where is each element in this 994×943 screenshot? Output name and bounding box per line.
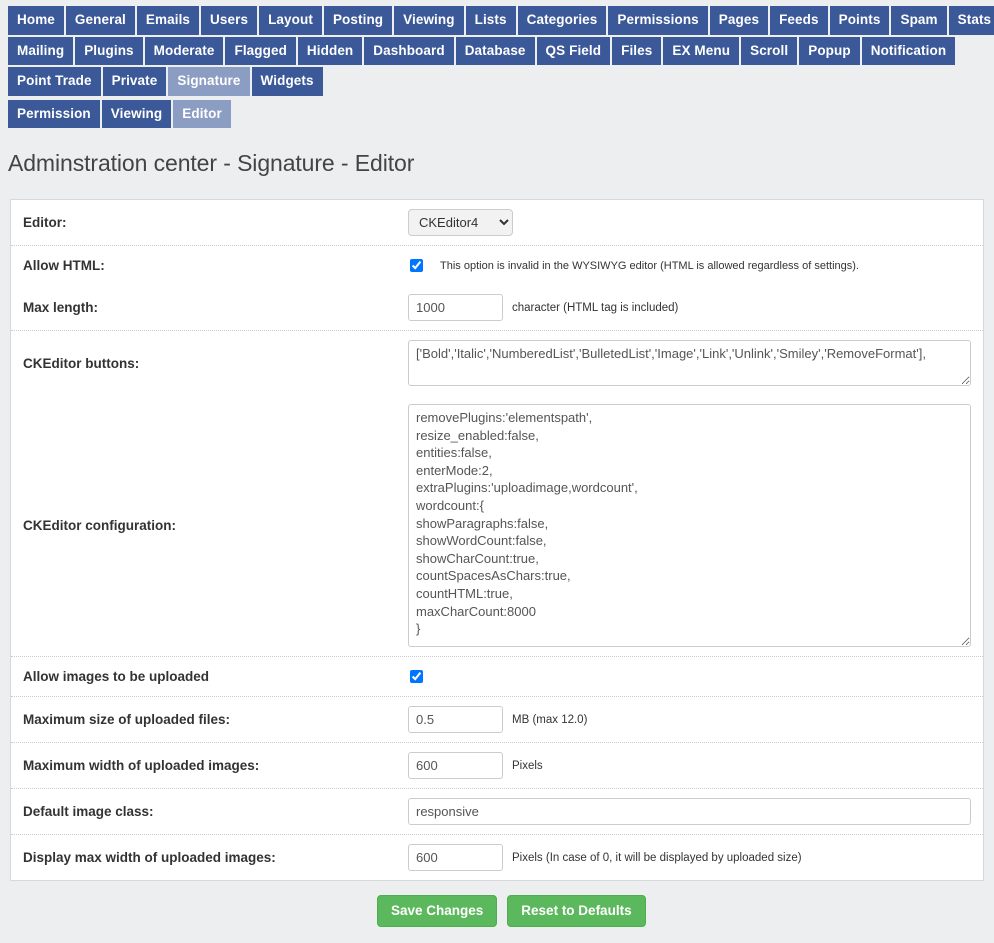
nav-tab-point-trade[interactable]: Point Trade [8,67,101,96]
row-editor: Editor: CKEditor4 [11,200,983,245]
max-file-size-input[interactable] [408,706,503,733]
editor-select[interactable]: CKEditor4 [408,209,513,236]
max-file-size-hint: MB (max 12.0) [512,713,588,726]
subtab-permission[interactable]: Permission [8,99,100,128]
nav-tab-widgets[interactable]: Widgets [251,67,323,96]
nav-row-4-subtabs: Permission Viewing Editor [8,99,986,128]
nav-tab-lists[interactable]: Lists [465,6,516,35]
nav-tab-private[interactable]: Private [102,67,167,96]
nav-tab-viewing[interactable]: Viewing [394,6,464,35]
row-allow-html: Allow HTML: This option is invalid in th… [11,245,983,285]
form-actions: Save Changes Reset to Defaults [0,881,994,943]
allow-html-checkbox[interactable] [410,259,423,272]
nav-tab-hidden[interactable]: Hidden [297,36,363,65]
nav-tab-emails[interactable]: Emails [136,6,200,35]
nav-tab-scroll[interactable]: Scroll [741,36,798,65]
nav-row-1: Home General Emails Users Layout Posting… [8,6,994,35]
row-allow-image-upload: Allow images to be uploaded [11,656,983,696]
nav-tab-dashboard[interactable]: Dashboard [364,36,454,65]
label-max-file-size: Maximum size of uploaded files: [23,712,231,727]
display-max-width-hint: Pixels (In case of 0, it will be display… [512,851,802,864]
ckeditor-configuration-textarea[interactable]: removePlugins:'elementspath', resize_ena… [408,404,971,647]
nav-tab-moderate[interactable]: Moderate [144,36,224,65]
label-default-image-class: Default image class: [23,804,154,819]
nav-tab-categories[interactable]: Categories [517,6,607,35]
nav-tab-flagged[interactable]: Flagged [225,36,296,65]
label-max-length: Max length: [23,300,99,315]
nav-tab-home[interactable]: Home [8,6,64,35]
admin-tab-navigation: Home General Emails Users Layout Posting… [0,0,994,128]
label-display-max-width: Display max width of uploaded images: [23,850,276,865]
nav-tab-posting[interactable]: Posting [323,6,393,35]
allow-image-upload-checkbox[interactable] [410,670,423,683]
field-editor: CKEditor4 [408,200,971,245]
field-max-length: character (HTML tag is included) [408,285,971,330]
row-ckeditor-buttons: CKEditor buttons: ['Bold','Italic','Numb… [11,330,983,395]
nav-tab-database[interactable]: Database [455,36,535,65]
nav-tab-layout[interactable]: Layout [259,6,322,35]
label-allow-image-upload: Allow images to be uploaded [23,669,210,684]
nav-tab-users[interactable]: Users [201,6,258,35]
field-default-image-class [408,789,971,834]
row-display-max-width: Display max width of uploaded images: Pi… [11,834,983,880]
subtab-editor[interactable]: Editor [173,99,231,128]
field-allow-image-upload [408,661,971,692]
field-allow-html: This option is invalid in the WYSIWYG ed… [408,250,971,281]
nav-tab-spam[interactable]: Spam [891,6,947,35]
field-max-image-width: Pixels [408,743,971,788]
label-max-image-width: Maximum width of uploaded images: [23,758,260,773]
nav-tab-ex-menu[interactable]: EX Menu [663,36,740,65]
nav-tab-pages[interactable]: Pages [709,6,769,35]
field-max-file-size: MB (max 12.0) [408,697,971,742]
max-image-width-input[interactable] [408,752,503,779]
max-image-width-hint: Pixels [512,759,543,772]
nav-tab-points[interactable]: Points [829,6,890,35]
field-ckeditor-buttons: ['Bold','Italic','NumberedList','Bullete… [408,331,971,395]
page-title: Adminstration center - Signature - Edito… [8,150,415,176]
display-max-width-input[interactable] [408,844,503,871]
nav-tab-stats[interactable]: Stats [948,6,994,35]
field-display-max-width: Pixels (In case of 0, it will be display… [408,835,971,880]
ckeditor-buttons-textarea[interactable]: ['Bold','Italic','NumberedList','Bullete… [408,340,971,386]
nav-tab-general[interactable]: General [65,6,135,35]
field-ckeditor-configuration: removePlugins:'elementspath', resize_ena… [408,395,971,656]
editor-settings-panel: Editor: CKEditor4 Allow HTML: This optio… [10,199,984,881]
row-ckeditor-configuration: CKEditor configuration: removePlugins:'e… [11,395,983,656]
nav-tab-files[interactable]: Files [612,36,662,65]
reset-to-defaults-button[interactable]: Reset to Defaults [507,895,646,928]
label-ckeditor-buttons: CKEditor buttons: [23,355,140,371]
nav-tab-plugins[interactable]: Plugins [75,36,143,65]
nav-tab-mailing[interactable]: Mailing [8,36,74,65]
row-default-image-class: Default image class: [11,788,983,834]
row-max-image-width: Maximum width of uploaded images: Pixels [11,742,983,788]
subtab-viewing[interactable]: Viewing [101,99,172,128]
nav-tab-feeds[interactable]: Feeds [770,6,828,35]
label-editor: Editor: [23,215,67,230]
default-image-class-input[interactable] [408,798,971,825]
nav-tab-signature[interactable]: Signature [168,67,250,96]
save-changes-button[interactable]: Save Changes [377,895,498,928]
label-allow-html: Allow HTML: [23,258,105,273]
label-ckeditor-configuration: CKEditor configuration: [23,518,176,533]
max-length-hint: character (HTML tag is included) [512,301,679,314]
nav-tab-permissions[interactable]: Permissions [608,6,708,35]
nav-row-2: Mailing Plugins Moderate Flagged Hidden … [8,36,986,65]
allow-html-hint: This option is invalid in the WYSIWYG ed… [440,259,859,272]
nav-tab-popup[interactable]: Popup [799,36,860,65]
nav-tab-qs-field[interactable]: QS Field [536,36,611,65]
nav-tab-notification[interactable]: Notification [861,36,956,65]
nav-row-3: Point Trade Private Signature Widgets [8,67,986,96]
max-length-input[interactable] [408,294,503,321]
row-max-length: Max length: character (HTML tag is inclu… [11,285,983,330]
row-max-file-size: Maximum size of uploaded files: MB (max … [11,696,983,742]
